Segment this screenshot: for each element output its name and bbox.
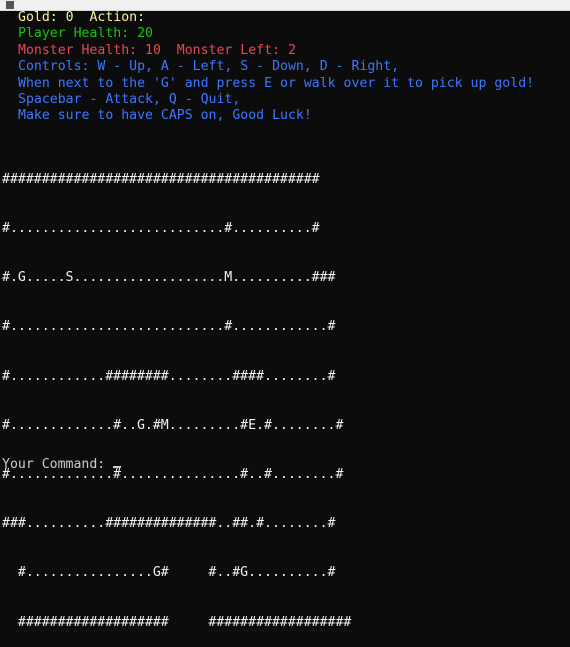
map-row: ################### ################## — [2, 614, 352, 630]
map-row: #................G# #..#G..........# — [2, 565, 336, 581]
map-row: ######################################## — [2, 171, 320, 187]
command-prompt[interactable]: Your Command: — [2, 457, 122, 473]
monster-status: Monster Health: 10 Monster Left: 2 — [18, 42, 296, 58]
map-row: #...........................#..........# — [2, 221, 320, 237]
caps-lock-hint: Make sure to have CAPS on, Good Luck! — [18, 108, 312, 124]
attack-quit-help: Spacebar - Attack, Q - Quit, — [18, 91, 241, 107]
console-app-icon — [6, 1, 14, 9]
player-health-status: Player Health: 20 — [18, 26, 153, 42]
map-row: #.............#..G.#M.........#E.#......… — [2, 417, 344, 433]
gold-action-status: Gold: 0 Action: — [18, 10, 146, 25]
gold-pickup-help: When next to the 'G' and press E or walk… — [18, 75, 535, 91]
map-row: ###..........##############..##.#.......… — [2, 516, 336, 532]
controls-help: Controls: W - Up, A - Left, S - Down, D … — [18, 59, 400, 75]
game-map: ########################################… — [2, 139, 351, 647]
map-row: #...........................#...........… — [2, 319, 336, 335]
text-cursor — [113, 466, 122, 468]
map-row: #.G.....S...................M..........#… — [2, 270, 336, 286]
map-row: #............########........####.......… — [2, 368, 336, 384]
command-prompt-label: Your Command: — [2, 457, 114, 472]
